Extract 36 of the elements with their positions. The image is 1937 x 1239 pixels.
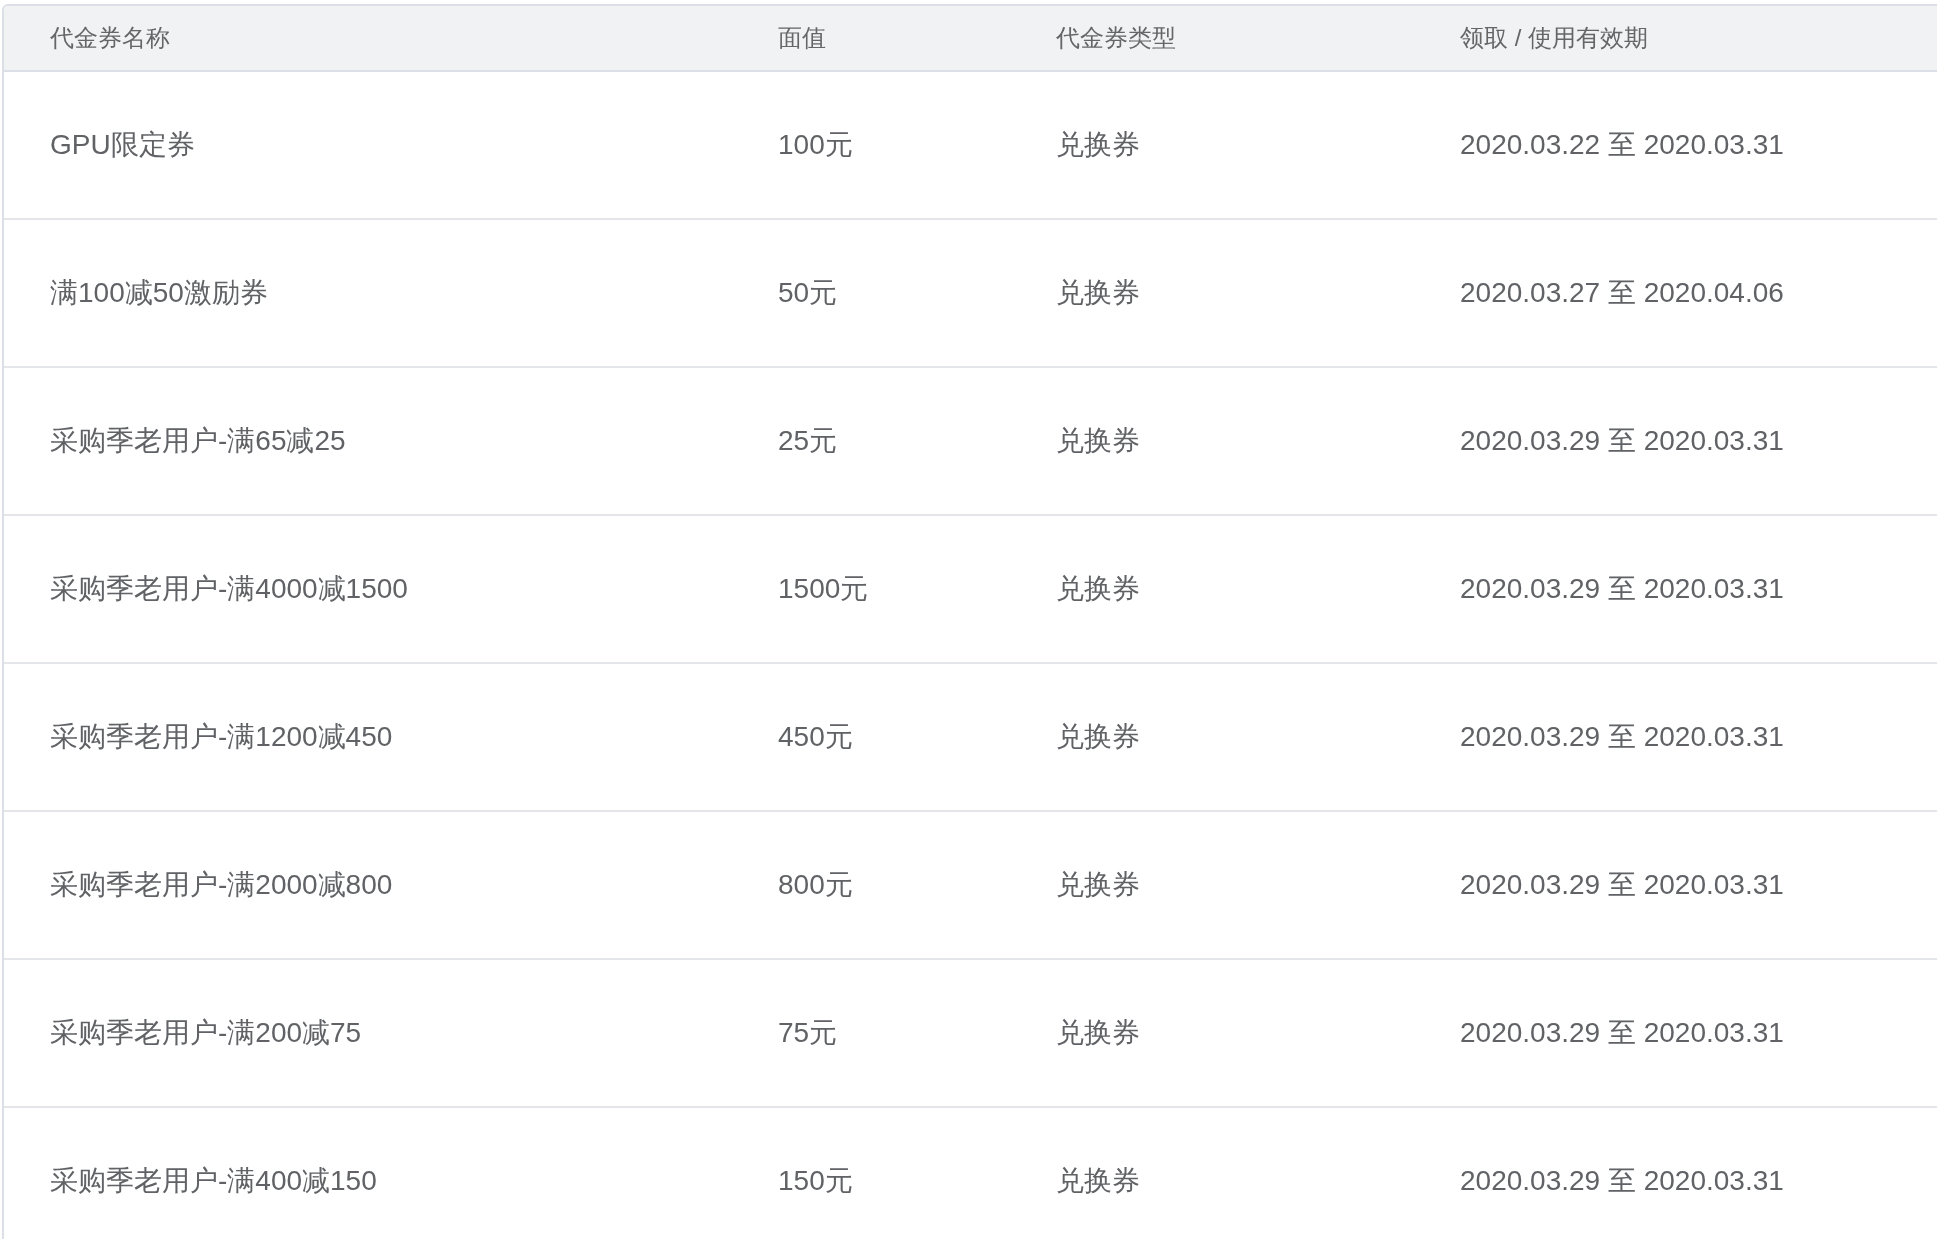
- table-cell-text: 兑换券: [1056, 424, 1140, 458]
- table-cell-text: 采购季老用户-满1200减450: [50, 720, 393, 754]
- table-cell-text: 2020.03.29 至 2020.03.31: [1460, 424, 1784, 458]
- table-cell-text: 采购季老用户-满200减75: [50, 1016, 362, 1050]
- table-cell-text: 2020.03.29 至 2020.03.31: [1460, 572, 1784, 606]
- table-cell-text: 25元: [778, 424, 838, 458]
- table-cell-text: 2020.03.27 至 2020.04.06: [1460, 276, 1784, 310]
- table-cell-text: 采购季老用户-满2000减800: [50, 868, 393, 902]
- table-cell-text: 50元: [778, 276, 838, 310]
- table-cell-text: 1500元: [778, 572, 869, 606]
- table-cell-text: 采购季老用户-满4000减1500: [50, 572, 408, 606]
- column-header: 代金券名称: [50, 23, 170, 53]
- column-header: 面值: [778, 23, 826, 53]
- table-cell-text: 100元: [778, 128, 853, 162]
- table-cell-text: 2020.03.29 至 2020.03.31: [1460, 1016, 1784, 1050]
- table-cell-text: 2020.03.22 至 2020.03.31: [1460, 128, 1784, 162]
- table-cell-text: 800元: [778, 868, 853, 902]
- table-cell-text: 兑换券: [1056, 572, 1140, 606]
- column-header: 代金券类型: [1056, 23, 1176, 53]
- table-cell-text: 兑换券: [1056, 720, 1140, 754]
- table-cell-text: 满100减50激励券: [50, 276, 268, 310]
- table-cell-text: 采购季老用户-满65减25: [50, 424, 346, 458]
- table-cell-text: 150元: [778, 1164, 853, 1198]
- column-header: 领取 / 使用有效期: [1460, 23, 1648, 53]
- table-cell-text: 采购季老用户-满400减150: [50, 1164, 377, 1198]
- table-cell-text: 2020.03.29 至 2020.03.31: [1460, 868, 1784, 902]
- table-cell-text: 450元: [778, 720, 853, 754]
- table-cell-text: 兑换券: [1056, 1016, 1140, 1050]
- table-cell-text: 兑换券: [1056, 1164, 1140, 1198]
- table-cell-text: 兑换券: [1056, 868, 1140, 902]
- table-cell-text: 2020.03.29 至 2020.03.31: [1460, 1164, 1784, 1198]
- table-cell-text: 2020.03.29 至 2020.03.31: [1460, 720, 1784, 754]
- table-cell-text: GPU限定券: [50, 128, 195, 162]
- table-cell-text: 兑换券: [1056, 128, 1140, 162]
- table-cell-text: 兑换券: [1056, 276, 1140, 310]
- table-cell-text: 75元: [778, 1016, 838, 1050]
